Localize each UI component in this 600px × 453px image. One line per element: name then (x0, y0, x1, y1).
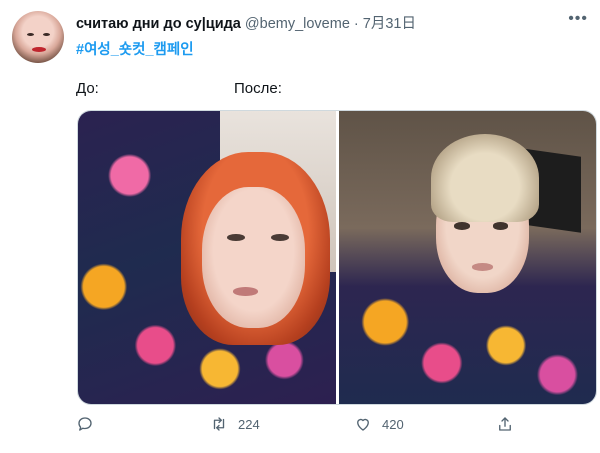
tweet-header: считаю дни до су|цида @bemy_loveme · 7月3… (76, 11, 588, 33)
hashtag-link[interactable]: #여성_숏컷_캠페인 (76, 38, 194, 59)
tweet-date[interactable]: 7月31日 (363, 16, 416, 32)
avatar-eye (27, 33, 34, 36)
avatar[interactable] (12, 11, 64, 63)
like-count: 420 (382, 416, 404, 432)
like-button[interactable]: 420 (354, 415, 404, 433)
tweet-media (77, 110, 597, 405)
author-handle[interactable]: @bemy_loveme (245, 16, 350, 32)
author-name[interactable]: считаю дни до су|цида (76, 16, 241, 32)
photo-hair (431, 134, 540, 223)
retweet-button[interactable]: 224 (210, 415, 260, 433)
tweet-actions: 224 420 (76, 415, 588, 441)
before-label: До: (76, 80, 99, 97)
separator-dot: · (353, 16, 359, 32)
avatar-eye (43, 33, 50, 36)
reply-icon (78, 417, 92, 431)
more-icon[interactable]: ••• (568, 11, 588, 27)
retweet-count: 224 (238, 416, 260, 432)
heart-icon (357, 418, 369, 431)
share-button[interactable] (496, 415, 514, 433)
before-photo[interactable] (78, 111, 336, 404)
after-photo[interactable] (338, 111, 596, 404)
photo-face (201, 187, 305, 328)
reply-button[interactable] (76, 415, 104, 433)
photo-mouth (232, 286, 259, 296)
photo-eye (454, 222, 470, 230)
photo-eye (493, 222, 509, 230)
retweet-icon (213, 417, 225, 431)
avatar-lips (32, 47, 46, 52)
photo-mouth (472, 263, 493, 271)
after-label: После: (234, 80, 282, 97)
share-icon (499, 417, 511, 431)
